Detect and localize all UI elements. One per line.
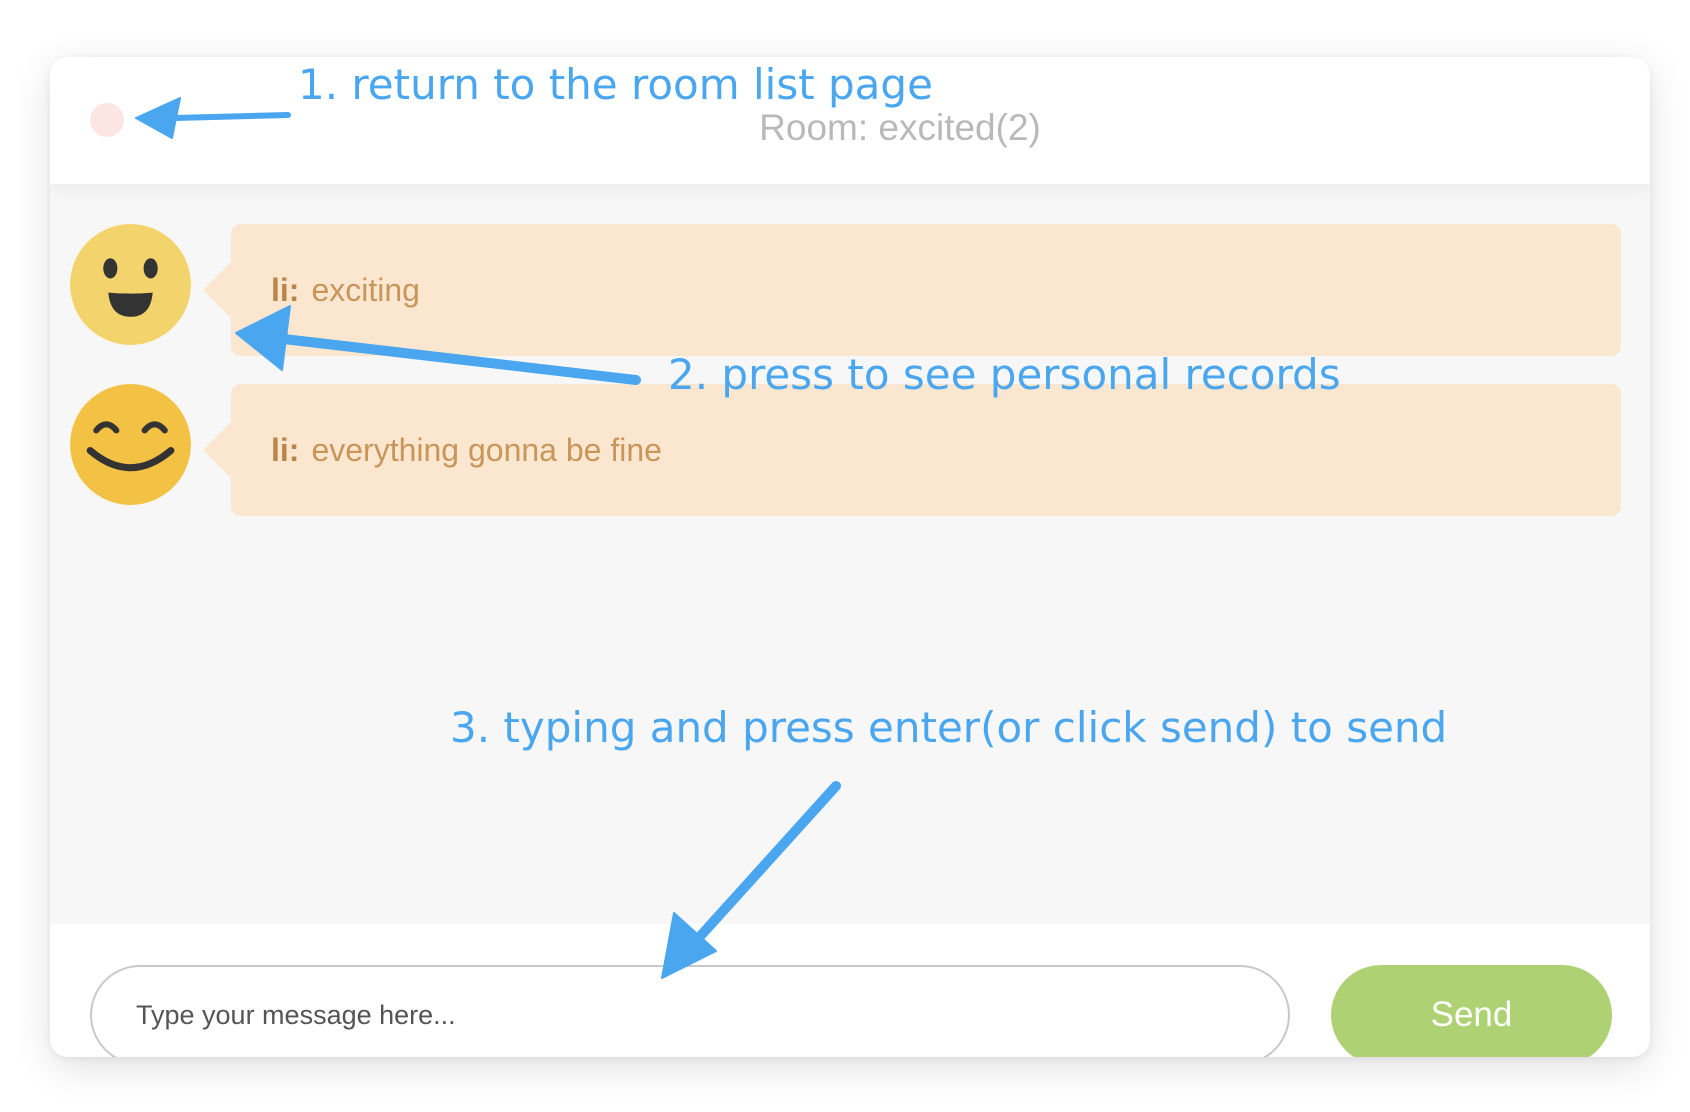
room-title: Room: excited(2) xyxy=(759,107,1041,148)
send-button[interactable]: Send xyxy=(1331,965,1612,1057)
page: Room: excited(2) li: exciting li: everyt… xyxy=(0,0,1690,1112)
annotation-step3: 3. typing and press enter(or click send)… xyxy=(450,703,1448,752)
message-bubble: li: exciting xyxy=(203,224,1621,356)
annotation-step2: 2. press to see personal records xyxy=(668,350,1341,399)
grinning-face-icon[interactable] xyxy=(70,224,191,345)
message-text: exciting xyxy=(311,272,420,308)
list-item: li: exciting xyxy=(50,184,1650,356)
message-list: li: exciting li: everything gonna be fine xyxy=(50,184,1650,924)
message-sender: li: xyxy=(271,272,300,308)
message-bubble: li: everything gonna be fine xyxy=(203,384,1621,516)
smiling-face-icon[interactable] xyxy=(70,384,191,505)
message-input[interactable] xyxy=(90,965,1290,1057)
annotation-step1: 1. return to the room list page xyxy=(298,60,933,109)
chat-window: Room: excited(2) li: exciting li: everyt… xyxy=(50,57,1650,1057)
message-sender: li: xyxy=(271,432,300,468)
composer: Send xyxy=(50,924,1650,1057)
message-text: everything gonna be fine xyxy=(311,432,662,468)
